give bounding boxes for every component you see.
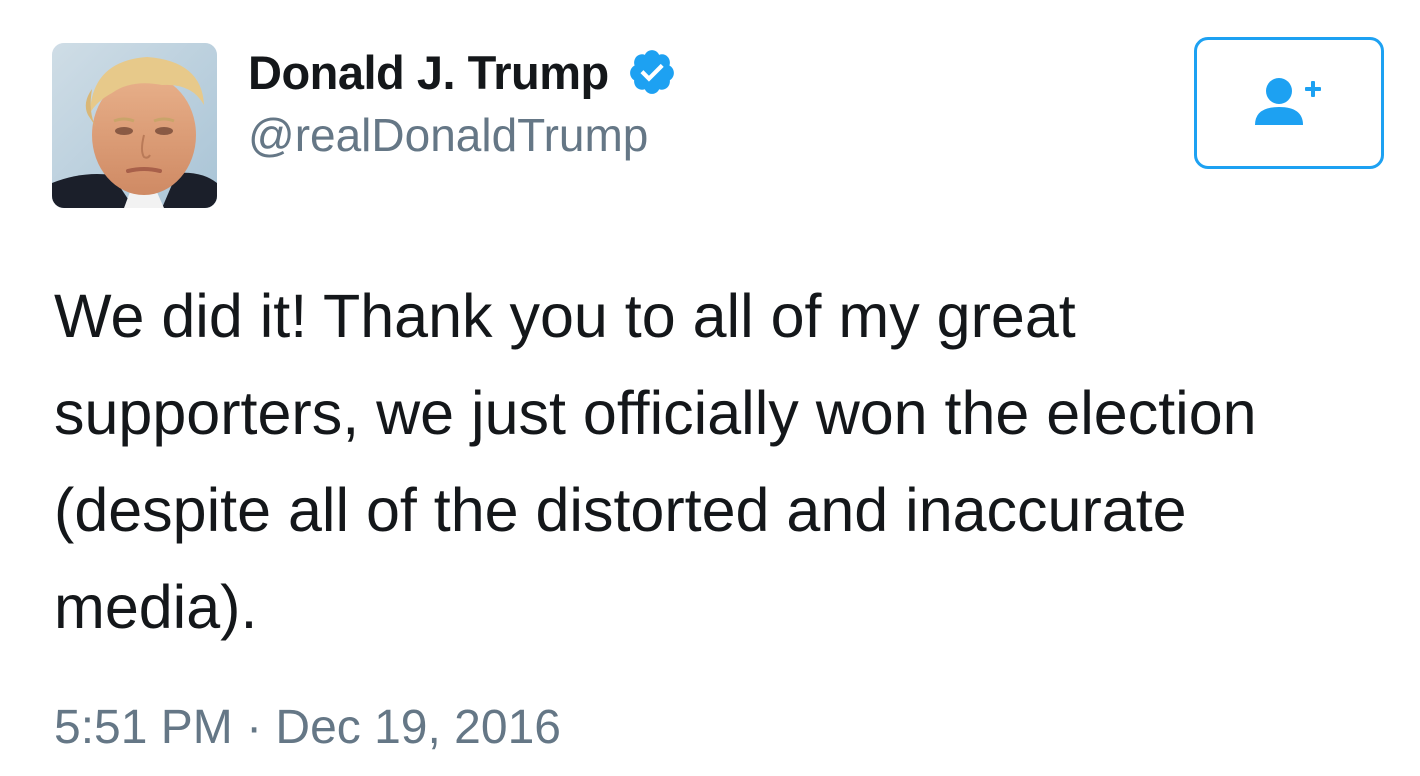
author-name-row: Donald J. Trump xyxy=(248,44,677,100)
tweet-timestamp[interactable]: 5:51 PM · Dec 19, 2016 xyxy=(54,700,561,755)
tweet-card: Donald J. Trump @realDonaldTrump We did … xyxy=(0,0,1420,776)
tweet-text-line: We did it! Thank you to all of my great xyxy=(54,282,1076,350)
tweet-text-line: supporters, we just officially won the e… xyxy=(54,379,1257,447)
author-display-name[interactable]: Donald J. Trump xyxy=(248,45,609,100)
follow-user-plus-icon xyxy=(1255,78,1321,125)
tweet-text: We did it! Thank you to all of my great … xyxy=(54,268,1394,656)
avatar[interactable] xyxy=(52,43,217,208)
follow-button[interactable] xyxy=(1194,37,1384,169)
tweet-text-line: (despite all of the distorted and inaccu… xyxy=(54,476,1187,544)
author-screen-name[interactable]: @realDonaldTrump xyxy=(248,108,648,162)
verified-badge-icon xyxy=(627,47,677,97)
tweet-text-line: media). xyxy=(54,573,258,641)
profile-photo xyxy=(52,43,217,208)
